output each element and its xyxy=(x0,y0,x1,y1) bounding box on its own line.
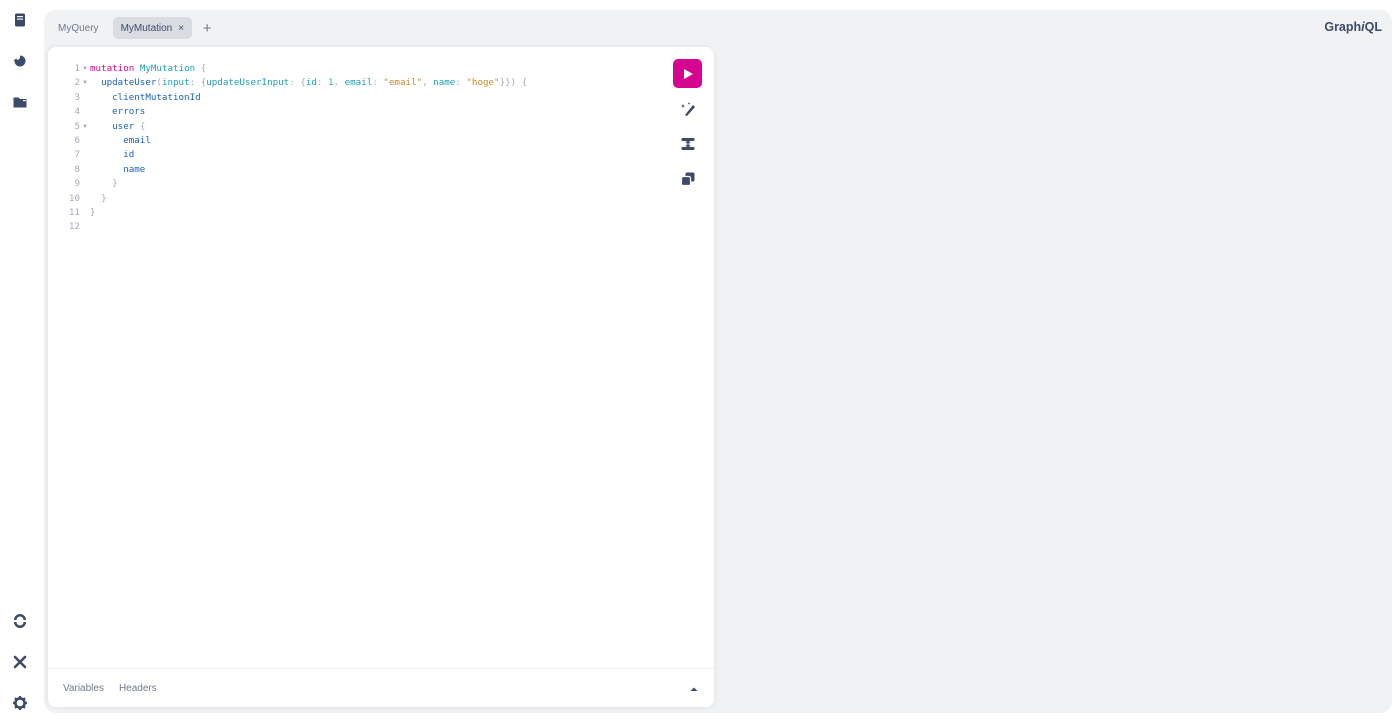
line-number: 10 xyxy=(68,192,80,204)
fold-icon[interactable]: ▼ xyxy=(80,76,90,90)
prettify-button[interactable] xyxy=(673,94,702,123)
code-line: 11} xyxy=(60,206,527,220)
code-token: : { xyxy=(189,77,207,89)
tab-bar: MyQuery MyMutation × + xyxy=(44,17,216,39)
line-number: 12 xyxy=(68,221,80,233)
code-line: 5 ▼ user { xyxy=(60,120,527,134)
prettify-icon xyxy=(680,101,695,116)
code-token: { xyxy=(134,120,146,132)
code-line: 3 clientMutationId xyxy=(60,91,527,105)
merge-icon xyxy=(681,137,694,150)
code-line: 1 ▼ mutation MyMutation { xyxy=(60,62,527,76)
code-token: clientMutationId xyxy=(112,91,201,103)
tab-label: MyQuery xyxy=(58,22,99,34)
history-icon[interactable] xyxy=(8,49,32,73)
code-line: 9 } xyxy=(60,177,527,191)
code-token: id xyxy=(123,149,135,161)
code-token: mutation xyxy=(90,63,135,74)
code-token: email xyxy=(344,77,373,89)
session-area: MyQuery MyMutation × + GraphiQL 1 ▼ mutati… xyxy=(44,10,1392,713)
code-token: } xyxy=(101,192,107,204)
settings-icon[interactable] xyxy=(8,691,32,715)
tab-headers[interactable]: Headers xyxy=(119,683,157,694)
code-token: "hoge" xyxy=(466,77,500,89)
code-line: 4 errors xyxy=(60,105,527,119)
code-token: name xyxy=(433,77,456,89)
play-icon xyxy=(683,68,693,79)
graphiql-logo: GraphiQL xyxy=(1324,20,1382,34)
code-token: errors xyxy=(112,106,146,118)
code-line: 6 email xyxy=(60,134,527,148)
explorer-icon[interactable] xyxy=(8,90,32,114)
line-number: 8 xyxy=(74,163,80,175)
query-editor[interactable]: 1 ▼ mutation MyMutation { 2 ▼ updateUser(in… xyxy=(48,47,714,707)
code-token: : xyxy=(372,77,384,89)
fold-icon[interactable]: ▼ xyxy=(80,120,90,134)
code-line: 2 ▼ updateUser(input: {updateUserInput: {… xyxy=(60,76,527,90)
code-token: id xyxy=(305,77,317,89)
code-line: 12 xyxy=(60,220,527,234)
add-tab-button[interactable]: + xyxy=(198,20,216,37)
fold-icon[interactable]: ▼ xyxy=(80,62,90,76)
code-token: } xyxy=(90,206,96,218)
line-number: 5 xyxy=(74,120,80,132)
tab-variables[interactable]: Variables xyxy=(63,683,104,694)
code-token: , xyxy=(422,77,434,89)
line-number: 9 xyxy=(74,178,80,190)
copy-icon xyxy=(680,172,694,186)
code-token: "email" xyxy=(383,77,423,89)
line-number: 4 xyxy=(74,106,80,118)
code-token: updateUser xyxy=(101,77,157,89)
code-line: 10 } xyxy=(60,192,527,206)
line-number: 11 xyxy=(68,206,80,218)
code-token: : xyxy=(316,77,328,89)
shortcuts-icon[interactable] xyxy=(8,650,32,674)
code-token: user xyxy=(112,120,135,132)
merge-fragments-button[interactable] xyxy=(673,129,702,158)
editor-toolbar xyxy=(673,59,703,193)
code-token: email xyxy=(123,134,151,146)
code-token: name xyxy=(123,163,146,175)
tab-mymutation[interactable]: MyMutation × xyxy=(112,17,193,39)
docs-icon[interactable] xyxy=(8,8,32,32)
code-line: 7 id xyxy=(60,148,527,162)
code-area[interactable]: 1 ▼ mutation MyMutation { 2 ▼ updateUser(in… xyxy=(60,62,527,235)
sidebar xyxy=(0,0,40,719)
chevron-up-icon[interactable] xyxy=(688,683,700,695)
code-token: : { xyxy=(289,77,306,89)
line-number: 3 xyxy=(74,91,80,103)
editor-tools-bar: Variables Headers xyxy=(48,668,714,707)
code-token: }}) { xyxy=(499,77,528,89)
line-number: 1 xyxy=(74,63,80,74)
code-token: { xyxy=(195,63,207,74)
tab-label: MyMutation xyxy=(120,22,173,34)
close-tab-icon[interactable]: × xyxy=(178,23,184,34)
code-token: MyMutation xyxy=(139,63,196,74)
line-number: 6 xyxy=(74,134,80,146)
execute-query-button[interactable] xyxy=(673,59,702,88)
refetch-schema-icon[interactable] xyxy=(8,609,32,633)
line-number: 2 xyxy=(74,77,80,89)
code-token: , xyxy=(333,77,345,89)
code-line: 8 name xyxy=(60,163,527,177)
tab-myquery[interactable]: MyQuery xyxy=(50,17,107,39)
code-token: : xyxy=(455,77,467,89)
copy-query-button[interactable] xyxy=(673,164,702,193)
code-token: updateUserInput xyxy=(206,77,290,89)
code-token: } xyxy=(112,178,118,190)
line-number: 7 xyxy=(74,149,80,161)
code-token: input xyxy=(161,77,190,89)
